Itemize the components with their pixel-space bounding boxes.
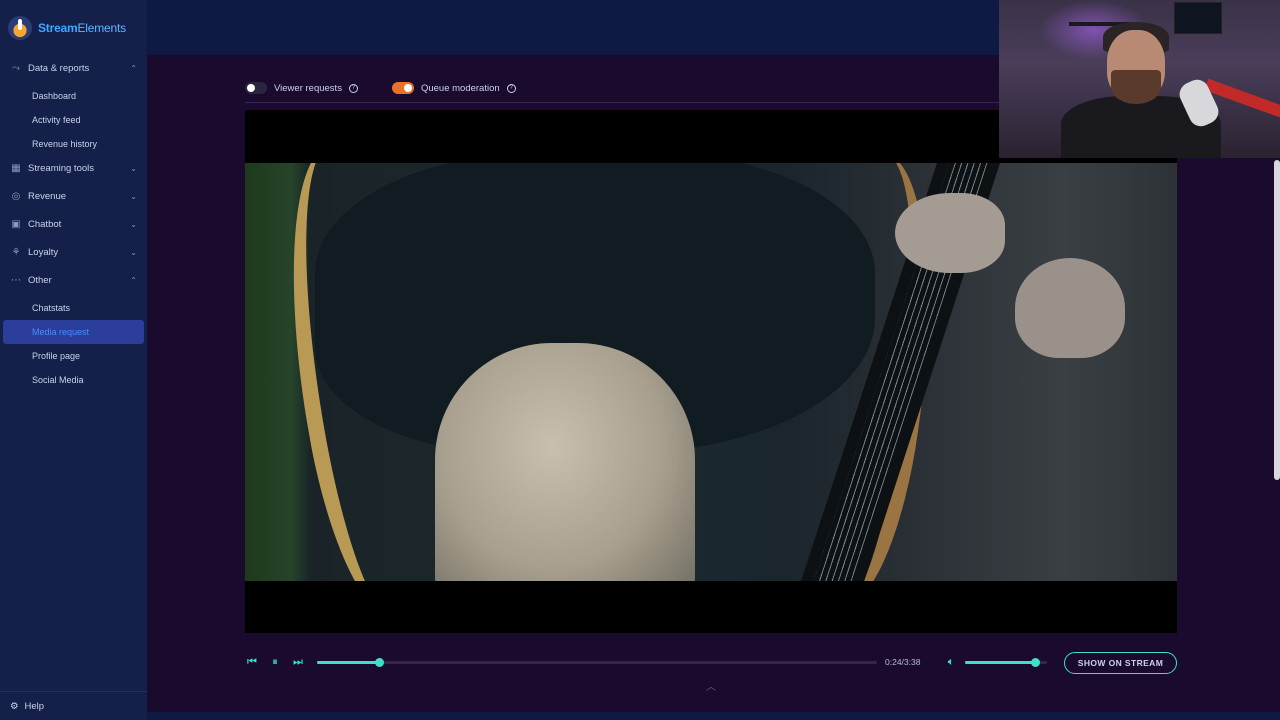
chevron-down-icon: ⌄	[130, 191, 137, 201]
cam-monitor	[1174, 2, 1222, 34]
player-controls: ⏮ ⏸ ⏭ 0:24/3:38 🔈︎ SHOW ON STREAM	[245, 651, 1177, 675]
brand-logo[interactable]: StreamElements	[8, 14, 126, 42]
progress-bar[interactable]	[317, 658, 877, 667]
queue-moderation-label: Queue moderation	[420, 82, 500, 94]
help-link[interactable]: ⚙ Help	[10, 701, 44, 712]
streamelements-logo-icon	[8, 16, 32, 40]
chevron-down-icon: ⌄	[130, 247, 137, 257]
skip-next-icon[interactable]: ⏭	[291, 655, 305, 669]
skip-previous-icon[interactable]: ⏮	[245, 655, 259, 669]
gear-icon: ⚙	[10, 701, 19, 712]
show-on-stream-button[interactable]: SHOW ON STREAM	[1064, 652, 1177, 674]
sidebar-group-label: Loyalty	[28, 246, 59, 258]
bottom-bar	[147, 712, 1280, 720]
video-arm	[435, 343, 695, 581]
media-request-toggles: Viewer requests ? Queue moderation ?	[245, 78, 516, 98]
help-label: Help	[24, 701, 45, 712]
sidebar-group-label: Streaming tools	[28, 162, 95, 174]
sidebar-group-data-reports[interactable]: ⤳ Data & reports ⌃	[0, 56, 147, 80]
queue-moderation-toggle[interactable]: Queue moderation ?	[391, 82, 516, 94]
progress-handle[interactable]	[374, 658, 384, 667]
sidebar-divider	[0, 691, 147, 692]
playback-time: 0:24/3:38	[885, 657, 921, 667]
sidebar-nav: ⤳ Data & reports ⌃ Dashboard Activity fe…	[0, 56, 147, 392]
cam-beard	[1111, 70, 1161, 104]
video-frame	[245, 163, 1177, 581]
sidebar-group-other[interactable]: ⋯ Other ⌃	[0, 268, 147, 292]
chevron-down-icon: ⌄	[130, 163, 137, 173]
sidebar-group-chatbot[interactable]: ▣ Chatbot ⌄	[0, 212, 147, 236]
viewer-requests-toggle[interactable]: Viewer requests ?	[245, 82, 358, 94]
robot-icon: ▣	[11, 218, 21, 230]
sidebar: StreamElements ⤳ Data & reports ⌃ Dashbo…	[0, 0, 147, 720]
chevron-up-icon[interactable]: ︿	[704, 680, 718, 693]
volume-handle[interactable]	[1030, 658, 1040, 667]
chevron-up-icon: ⌃	[130, 63, 137, 73]
queue-moderation-switch[interactable]	[391, 82, 414, 94]
sidebar-group-streaming-tools[interactable]: ▦ Streaming tools ⌄	[0, 156, 147, 180]
sidebar-group-label: Data & reports	[28, 62, 90, 74]
dots-icon: ⋯	[11, 274, 21, 286]
sidebar-item-social-media[interactable]: Social Media	[0, 368, 147, 392]
question-icon[interactable]: ?	[348, 83, 358, 93]
progress-fill	[317, 661, 379, 664]
sidebar-group-label: Chatbot	[28, 218, 62, 230]
volume-icon[interactable]: 🔈︎	[944, 655, 958, 669]
video-hand-fretting	[1015, 258, 1125, 358]
sidebar-item-revenue-history[interactable]: Revenue history	[0, 132, 147, 156]
volume-slider[interactable]	[965, 658, 1047, 667]
medal-icon: ⚘	[11, 246, 21, 258]
coin-icon: ◎	[11, 190, 21, 202]
sidebar-item-dashboard[interactable]: Dashboard	[0, 84, 147, 108]
sidebar-group-revenue[interactable]: ◎ Revenue ⌄	[0, 184, 147, 208]
brand-name-b: Elements	[77, 21, 127, 35]
viewer-requests-switch[interactable]	[245, 82, 267, 94]
sidebar-item-activity-feed[interactable]: Activity feed	[0, 108, 147, 132]
video-hand	[895, 193, 1005, 273]
sidebar-group-loyalty[interactable]: ⚘ Loyalty ⌄	[0, 240, 147, 264]
video-player[interactable]	[245, 110, 1177, 633]
sidebar-item-media-request[interactable]: Media request	[3, 320, 144, 344]
brand-name-a: Stream	[38, 21, 78, 35]
sidebar-group-label: Other	[28, 274, 52, 286]
chart-line-icon: ⤳	[12, 62, 20, 74]
viewer-requests-label: Viewer requests	[274, 82, 342, 94]
webcam-overlay	[999, 0, 1280, 158]
sidebar-group-label: Revenue	[28, 190, 67, 202]
volume-fill	[965, 661, 1035, 664]
question-icon[interactable]: ?	[506, 83, 516, 93]
sidebar-item-profile-page[interactable]: Profile page	[0, 344, 147, 368]
scrollbar[interactable]	[1274, 160, 1280, 480]
chevron-up-icon: ⌃	[130, 275, 137, 285]
sidebar-item-chatstats[interactable]: Chatstats	[0, 296, 147, 320]
chevron-down-icon: ⌄	[130, 219, 137, 229]
pause-icon[interactable]: ⏸	[268, 655, 282, 669]
layout-icon: ▦	[11, 162, 21, 174]
